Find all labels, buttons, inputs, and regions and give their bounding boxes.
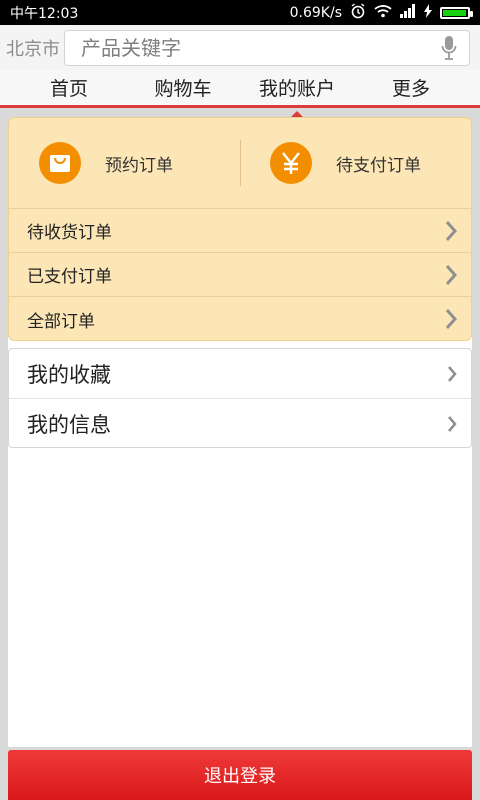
search-box[interactable]: [64, 29, 470, 66]
chevron-right-icon: [445, 309, 457, 329]
my-favorites[interactable]: 我的收藏: [9, 349, 471, 399]
list-item-label: 我的信息: [27, 413, 111, 437]
tab-more[interactable]: 更多: [356, 74, 466, 101]
quick-divider: [240, 140, 241, 186]
chevron-right-icon: [448, 365, 457, 382]
search-input[interactable]: [79, 34, 383, 61]
pending-payment-orders-button[interactable]: 待支付订单: [240, 118, 471, 208]
battery-icon: [440, 6, 473, 19]
order-item-label: 已支付订单: [27, 267, 112, 287]
reserved-orders-button[interactable]: 预约订单: [9, 118, 240, 208]
tab-my-account[interactable]: 我的账户: [242, 74, 352, 101]
reserved-orders-label: 预约订单: [105, 155, 173, 176]
microphone-icon[interactable]: [439, 34, 459, 62]
logout-button[interactable]: 退出登录: [8, 750, 472, 800]
status-time: 中午12:03: [10, 5, 79, 22]
my-list: 我的收藏 我的信息: [8, 348, 472, 448]
chevron-right-icon: [445, 264, 457, 285]
account-content: 预约订单 待支付订单 待收货订单 已支付订单 全部订单 我的收藏 我的信息: [8, 117, 472, 747]
awaiting-delivery-orders[interactable]: 待收货订单: [9, 209, 471, 253]
yen-icon: [270, 142, 312, 184]
network-speed: 0.69K/s: [289, 4, 342, 21]
tab-cart[interactable]: 购物车: [128, 74, 238, 101]
city-selector[interactable]: 北京市: [6, 35, 64, 61]
pending-payment-orders-label: 待支付订单: [336, 155, 421, 176]
tab-home[interactable]: 首页: [14, 74, 124, 101]
order-item-label: 待收货订单: [27, 223, 112, 243]
status-bar: 中午12:03 0.69K/s: [0, 0, 480, 25]
chevron-right-icon: [448, 416, 457, 432]
signal-icon: [400, 3, 416, 22]
wifi-icon: [374, 4, 392, 22]
charging-icon: [424, 3, 432, 22]
shopping-bag-icon: [39, 142, 81, 184]
chevron-right-icon: [445, 220, 457, 241]
paid-orders[interactable]: 已支付订单: [9, 253, 471, 297]
search-bar: 北京市: [0, 25, 480, 70]
all-orders[interactable]: 全部订单: [9, 297, 471, 340]
alarm-icon: [350, 2, 366, 23]
tab-bar: 首页 购物车 我的账户 更多: [0, 70, 480, 108]
my-info[interactable]: 我的信息: [9, 399, 471, 447]
list-item-label: 我的收藏: [27, 362, 111, 387]
quick-orders-row: 预约订单 待支付订单: [9, 118, 471, 209]
orders-panel: 预约订单 待支付订单 待收货订单 已支付订单 全部订单: [8, 117, 472, 341]
battery-level: [443, 9, 466, 16]
order-item-label: 全部订单: [27, 311, 95, 332]
